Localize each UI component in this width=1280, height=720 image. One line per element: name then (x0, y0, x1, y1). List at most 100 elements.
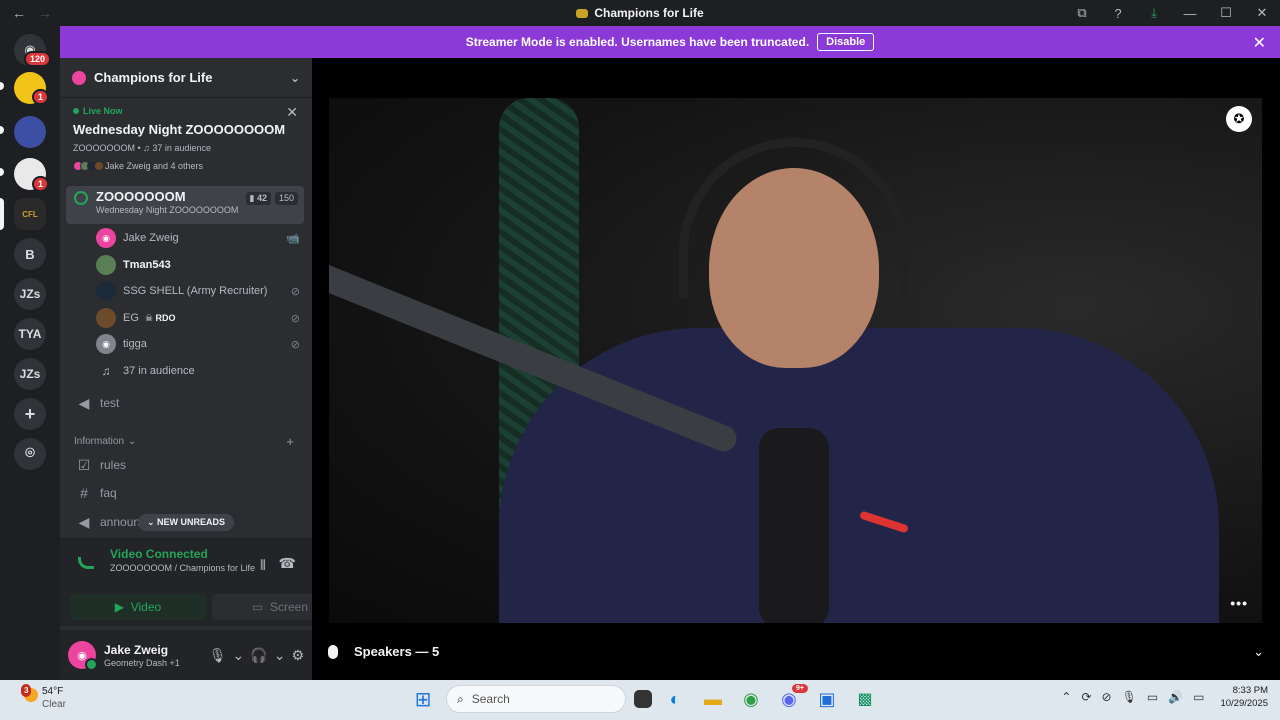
chevron-down-icon[interactable]: ⌄ (233, 647, 245, 664)
close-button[interactable]: ✕ (1244, 5, 1280, 21)
category-information[interactable]: Information ⌄ + (74, 434, 304, 449)
server-icon-jzs[interactable]: JZs (14, 278, 46, 310)
banner-text: Streamer Mode is enabled. Usernames have… (465, 35, 810, 49)
signal-icon[interactable] (78, 557, 94, 569)
member-name: EG (123, 312, 139, 324)
user-info[interactable]: Jake Zweig Geometry Dash +1 (104, 643, 180, 668)
disconnect-icon[interactable]: ☎ (279, 555, 296, 572)
hashtag-icon: # (80, 485, 88, 501)
stage-channel-icon (74, 191, 88, 205)
search-placeholder: Search (471, 692, 510, 706)
app-icon[interactable]: ▩ (850, 684, 880, 714)
discord-icon[interactable]: ◉ 9+ (774, 682, 810, 714)
temperature: 54°F (42, 686, 64, 697)
window-titlebar: ← → Champions for Life ⧉ ? ⤓ — ☐ ✕ (0, 0, 1280, 26)
start-button-icon[interactable]: ⊞ (408, 684, 438, 714)
server-icon-tya[interactable]: TYA (14, 318, 46, 350)
stage-view: ✪ ••• Speakers — 5 ⌄ (312, 58, 1280, 680)
voice-member[interactable]: Tman543 (96, 253, 306, 277)
weather-widget[interactable]: 3 54°F Clear (21, 684, 66, 711)
server-icon-champions[interactable]: CFL (14, 198, 46, 230)
category-name: Information (74, 436, 125, 447)
pin-icon[interactable]: ✪ (1226, 106, 1252, 132)
new-unreads-pill[interactable]: ⌄ NEW UNREADS (138, 514, 235, 531)
headphones-icon: ♫ (101, 364, 111, 378)
maximize-button[interactable]: ☐ (1208, 5, 1244, 21)
noise-suppression-icon[interactable]: ⦀ (260, 557, 266, 574)
avatar: ◉ (96, 334, 116, 354)
video-button[interactable]: ▶ Video (70, 594, 206, 620)
volume-icon[interactable]: 🔊 (1168, 690, 1183, 704)
connection-status[interactable]: Video Connected (110, 547, 302, 561)
channel-rules[interactable]: ☑ rules (74, 453, 304, 477)
username: Jake Zweig (104, 642, 169, 657)
video-icon: 📹 (286, 232, 300, 245)
voice-channel-zoom[interactable]: ZOOOOOOOM Wednesday Night ZOOOOOOOOM ▮ 4… (66, 186, 304, 224)
video-count: ▮ 42 (245, 192, 271, 205)
time: 8:33 PM (1232, 685, 1268, 696)
channel-sidebar: Champions for Life ⌄ Live Now ✕ Wednesda… (60, 58, 348, 680)
avatar (96, 308, 116, 328)
chrome-icon[interactable]: ◉ (736, 684, 766, 714)
microphone-icon[interactable]: 🎙 (209, 647, 227, 664)
task-view-icon[interactable] (634, 690, 652, 708)
disable-button[interactable]: Disable (817, 33, 875, 51)
battery-icon[interactable]: ▭ (1193, 690, 1204, 704)
event-name: Wednesday Night ZOOOOOOOOM (73, 122, 286, 137)
voice-channel-subtitle: Wednesday Night ZOOOOOOOOM (96, 205, 239, 215)
back-arrow-icon[interactable]: ← (12, 5, 26, 21)
server-header[interactable]: Champions for Life ⌄ (60, 58, 312, 98)
chevron-down-icon[interactable]: ⌄ (274, 647, 286, 664)
voice-member[interactable]: SSG SHELL (Army Recruiter) ⊘ (96, 279, 306, 303)
add-server-icon[interactable]: + (14, 398, 46, 430)
taskbar-search[interactable]: ⌕ Search (446, 685, 626, 713)
download-icon[interactable]: ⤓ (1136, 5, 1172, 21)
sync-icon[interactable]: ⟳ (1081, 690, 1091, 704)
add-channel-icon[interactable]: + (286, 434, 294, 449)
event-participants: Jake Zweig and 4 others (73, 161, 299, 171)
speaker-video-tile[interactable]: ✪ ••• (329, 98, 1262, 623)
history-nav: ← → (0, 5, 60, 21)
member-name: Jake Zweig (123, 232, 179, 244)
display-icon[interactable]: ▭ (1147, 690, 1158, 704)
speakers-bar[interactable]: Speakers — 5 (328, 644, 439, 659)
file-explorer-icon[interactable]: ▬ (698, 684, 728, 714)
user-limit: 150 (274, 192, 298, 205)
gear-icon[interactable]: ⚙ (291, 647, 304, 664)
notifications-off-icon[interactable]: ⊘ (1102, 690, 1112, 704)
audience-row[interactable]: ♫ 37 in audience (96, 359, 306, 383)
live-event-card[interactable]: Live Now ✕ Wednesday Night ZOOOOOOOOM ZO… (60, 104, 312, 184)
help-icon[interactable]: ? (1100, 6, 1136, 21)
forward-arrow-icon[interactable]: → (38, 5, 52, 21)
minimize-button[interactable]: — (1172, 6, 1208, 21)
screen-share-icon[interactable]: ⧉ (1064, 5, 1100, 21)
channel-faq[interactable]: # faq (74, 481, 304, 505)
chevron-down-icon[interactable]: ⌄ (1253, 644, 1264, 660)
explore-icon[interactable]: ⌾ (14, 438, 46, 470)
server-icon-hero[interactable] (14, 116, 46, 148)
voice-member[interactable]: EG ☠ RDO ⊘ (96, 306, 306, 330)
clock[interactable]: 8:33 PM 10/29/2025 (1220, 684, 1268, 710)
channel-test[interactable]: ◀ test (74, 391, 304, 415)
chevron-down-icon[interactable]: ⌄ (290, 71, 300, 85)
live-tag: Live Now (73, 106, 299, 116)
close-icon[interactable]: ✕ (286, 104, 298, 121)
server-icon-b[interactable]: B (14, 238, 46, 270)
chevron-up-icon[interactable]: ⌃ (1061, 690, 1071, 704)
voice-member[interactable]: ◉ Jake Zweig 📹 (96, 226, 306, 250)
microphone-icon (328, 644, 338, 659)
banner-close-icon[interactable]: ✕ (1253, 33, 1266, 53)
server-icon-jzs-2[interactable]: JZs (14, 358, 46, 390)
voice-member[interactable]: ◉ tigga ⊘ (96, 332, 306, 356)
microphone-icon[interactable]: 🎙 (1122, 690, 1137, 704)
edge-icon[interactable]: ◐ (660, 684, 690, 714)
event-meta: ZOOOOOOOM • ♫ 37 in audience (73, 143, 211, 153)
avatar[interactable]: ◉ (68, 641, 98, 671)
selected-pill (0, 198, 4, 230)
photos-icon[interactable]: ▣ (812, 684, 842, 714)
connection-location[interactable]: ZOOOOOOOM / Champions for Life (110, 563, 302, 573)
headphones-icon[interactable]: 🎧 (250, 647, 267, 664)
server-mini-icon (576, 9, 589, 18)
avatar (96, 281, 116, 301)
more-options-icon[interactable]: ••• (1230, 595, 1248, 611)
